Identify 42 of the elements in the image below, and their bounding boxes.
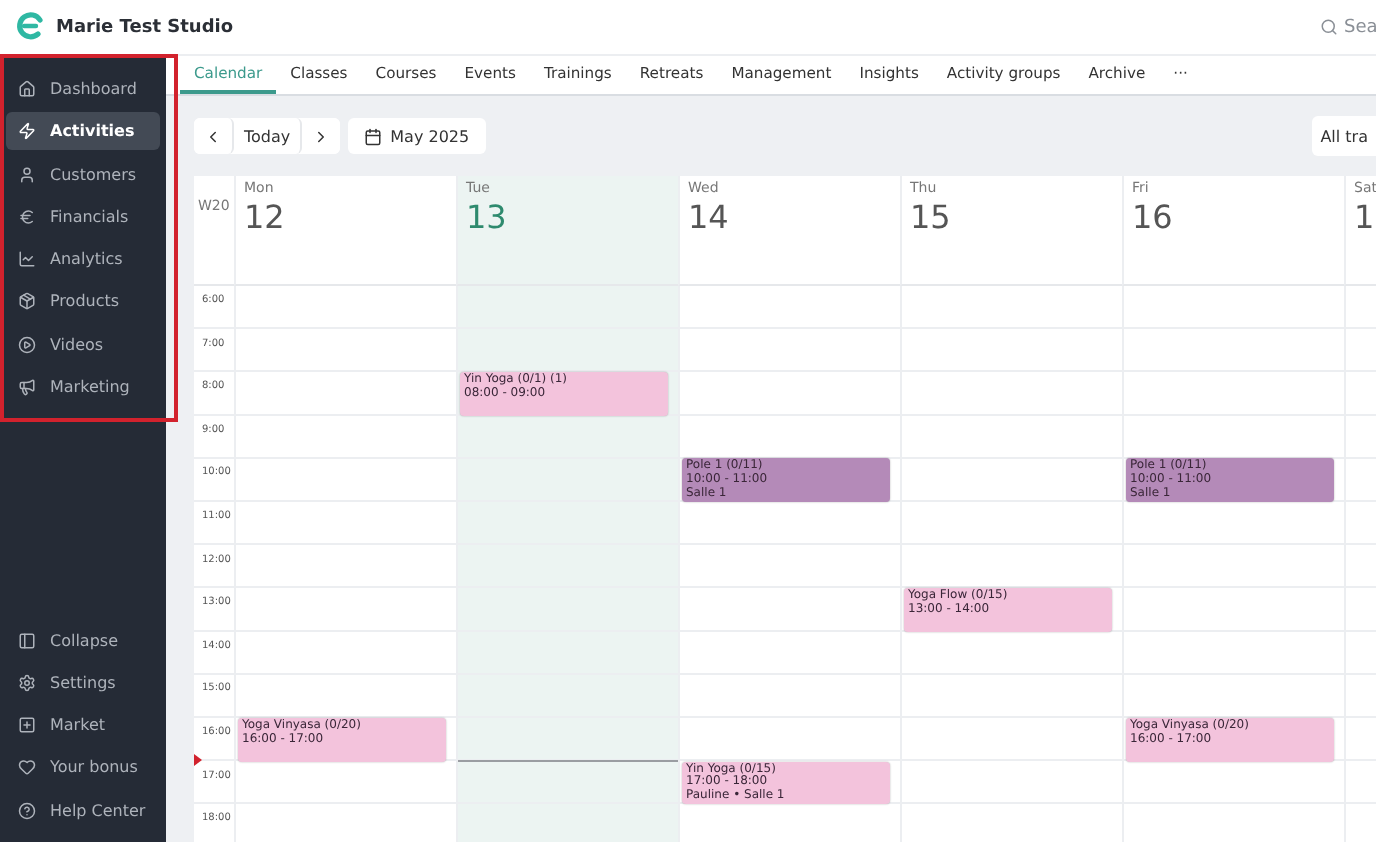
- sidebar-item[interactable]: Help Center: [6, 791, 160, 830]
- plus-square-icon: [18, 716, 36, 735]
- day-number: 1: [1354, 198, 1368, 236]
- day-number: 15: [910, 198, 953, 236]
- heart-icon: [18, 758, 36, 777]
- sidebar-item[interactable]: Market: [6, 706, 160, 745]
- box-icon: [18, 292, 36, 311]
- search-field[interactable]: Sea: [1320, 17, 1376, 37]
- day-number: 14: [688, 198, 731, 236]
- home-icon: [18, 80, 36, 98]
- sidebar-item[interactable]: Settings: [6, 663, 160, 702]
- sidebar-item[interactable]: Collapse: [6, 621, 160, 660]
- studio-name: Marie Test Studio: [56, 17, 234, 37]
- day-number: 12: [244, 198, 287, 236]
- chevron-left-icon: [204, 127, 222, 145]
- sidebar-item[interactable]: Customers: [6, 155, 160, 194]
- logo-icon: [16, 9, 44, 45]
- sidebar-item[interactable]: Financials: [6, 197, 160, 236]
- chart-icon: [18, 250, 36, 269]
- sidebar-item[interactable]: Videos: [6, 325, 160, 364]
- euro-icon: [18, 207, 36, 226]
- sidebar-item[interactable]: Marketing: [6, 368, 160, 407]
- megaphone-icon: [18, 378, 36, 397]
- help-icon: [18, 801, 36, 820]
- person-icon: [18, 165, 36, 184]
- day-number: 16: [1132, 198, 1175, 236]
- sidebar-item[interactable]: Analytics: [6, 240, 160, 279]
- day-number: 13: [466, 198, 509, 236]
- search-icon: [1320, 18, 1338, 36]
- sidebar-item[interactable]: Activities: [6, 112, 160, 151]
- month-button[interactable]: May 2025: [348, 118, 486, 154]
- calendar-icon: [364, 127, 383, 145]
- settings-icon: [18, 673, 36, 692]
- lightning-icon: [18, 122, 36, 141]
- previous-button[interactable]: [194, 118, 234, 154]
- play-icon: [18, 335, 36, 354]
- current-time-marker: [194, 754, 202, 767]
- filter-button[interactable]: All tra: [1312, 116, 1376, 156]
- sidebar-item[interactable]: Dashboard: [6, 70, 160, 108]
- sidebar-item[interactable]: Products: [6, 282, 160, 321]
- sidebar-item[interactable]: Your bonus: [6, 748, 160, 787]
- panel-icon: [18, 631, 36, 650]
